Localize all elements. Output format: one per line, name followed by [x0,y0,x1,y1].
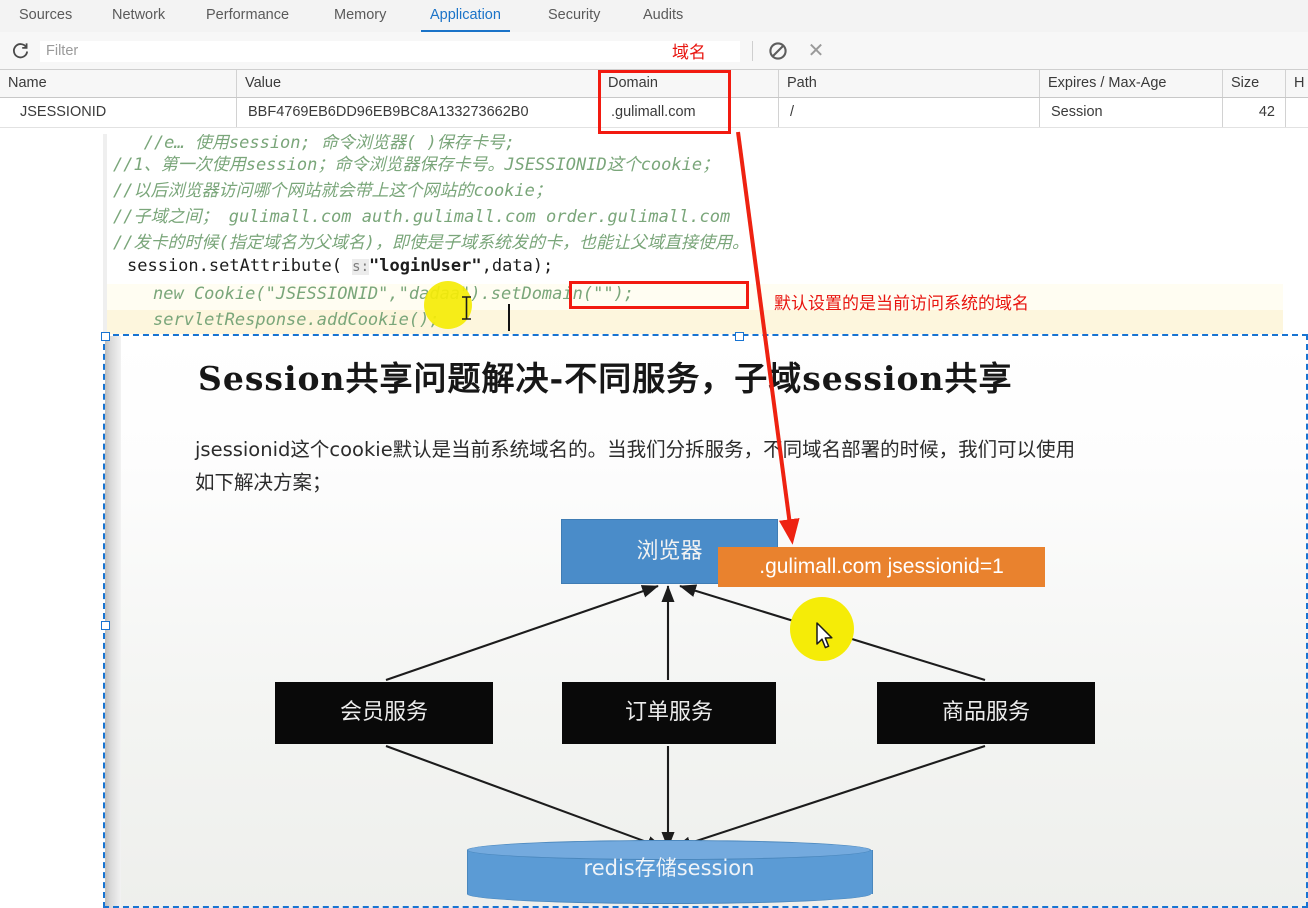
tab-memory[interactable]: Memory [325,0,395,31]
cell-value: BBF4769EB6DD96EB9BC8A133273662B0 [248,104,529,120]
redis-storage-label: redis存储session [583,856,755,880]
code-setattr-post: ,data); [481,256,554,276]
resize-handle-tl[interactable] [101,332,110,341]
tab-security[interactable]: Security [539,0,609,31]
col-header-expires[interactable]: Expires / Max-Age [1040,70,1222,97]
col-header-domain[interactable]: Domain [600,70,778,97]
resize-handle-ml[interactable] [101,621,110,630]
devtools-tabbar: Sources Network Performance Memory Appli… [0,0,1308,33]
col-header-value[interactable]: Value [237,70,599,97]
cell-name: JSESSIONID [20,104,107,120]
col-header-httponly[interactable]: H [1286,70,1308,97]
toolbar-separator [752,41,753,61]
code-comment-4: //发卡的时候(指定域名为父域名)，即使是子域系统发的卡，也能让父域直接使用。 [113,233,749,253]
click-highlight-slide [790,597,854,661]
tab-network[interactable]: Network [103,0,174,31]
code-param-hint: s: [352,259,370,275]
col-header-size[interactable]: Size [1223,70,1285,97]
code-setattr-pre: session.setAttribute( [127,256,353,276]
code-setattr-str: "loginUser" [369,256,482,276]
cookie-table: Name Value Domain Path Expires / Max-Age… [0,70,1308,128]
click-highlight-editor [424,281,472,329]
annotation-default-domain: 默认设置的是当前访问系统的域名 [774,294,1029,314]
text-caret [508,304,510,331]
cell-domain: .gulimall.com [611,104,696,120]
resize-handle-tm[interactable] [735,332,744,341]
code-comment-3: //子域之间； gulimall.com auth.gulimall.com o… [113,207,731,227]
code-line-newcookie: new Cookie("JSESSIONID","dadaa").setDoma… [153,284,635,304]
filter-placeholder: Filter [46,43,79,59]
cell-expires: Session [1051,104,1103,120]
table-row[interactable]: JSESSIONID BBF4769EB6DD96EB9BC8A13327366… [0,98,1308,128]
tab-application[interactable]: Application [421,0,510,32]
code-comment-1: //1、第一次使用session；命令浏览器保存卡号。JSESSIONID这个c… [113,155,720,175]
tab-sources[interactable]: Sources [10,0,81,31]
col-header-path[interactable]: Path [779,70,1039,97]
setdomain-highlight-box [569,281,749,309]
cell-size: 42 [1258,104,1275,120]
code-comment-2: //以后浏览器访问哪个网站就会带上这个网站的cookie； [113,181,552,201]
tab-performance[interactable]: Performance [197,0,298,31]
screen-root: Sources Network Performance Memory Appli… [0,0,1308,908]
annotation-domain-label: 域名 [672,43,706,63]
slide-selection-frame[interactable] [101,332,1308,908]
close-icon[interactable]: ✕ [806,40,826,62]
col-header-name[interactable]: Name [0,70,236,97]
tab-audits[interactable]: Audits [634,0,692,31]
cookie-table-header: Name Value Domain Path Expires / Max-Age… [0,70,1308,98]
filter-input[interactable]: Filter [40,41,740,62]
code-line-addcookie: servletResponse.addCookie(); [153,310,440,330]
code-line-setattribute: session.setAttribute( s:"loginUser",data… [127,256,553,276]
cell-path: / [790,104,795,120]
